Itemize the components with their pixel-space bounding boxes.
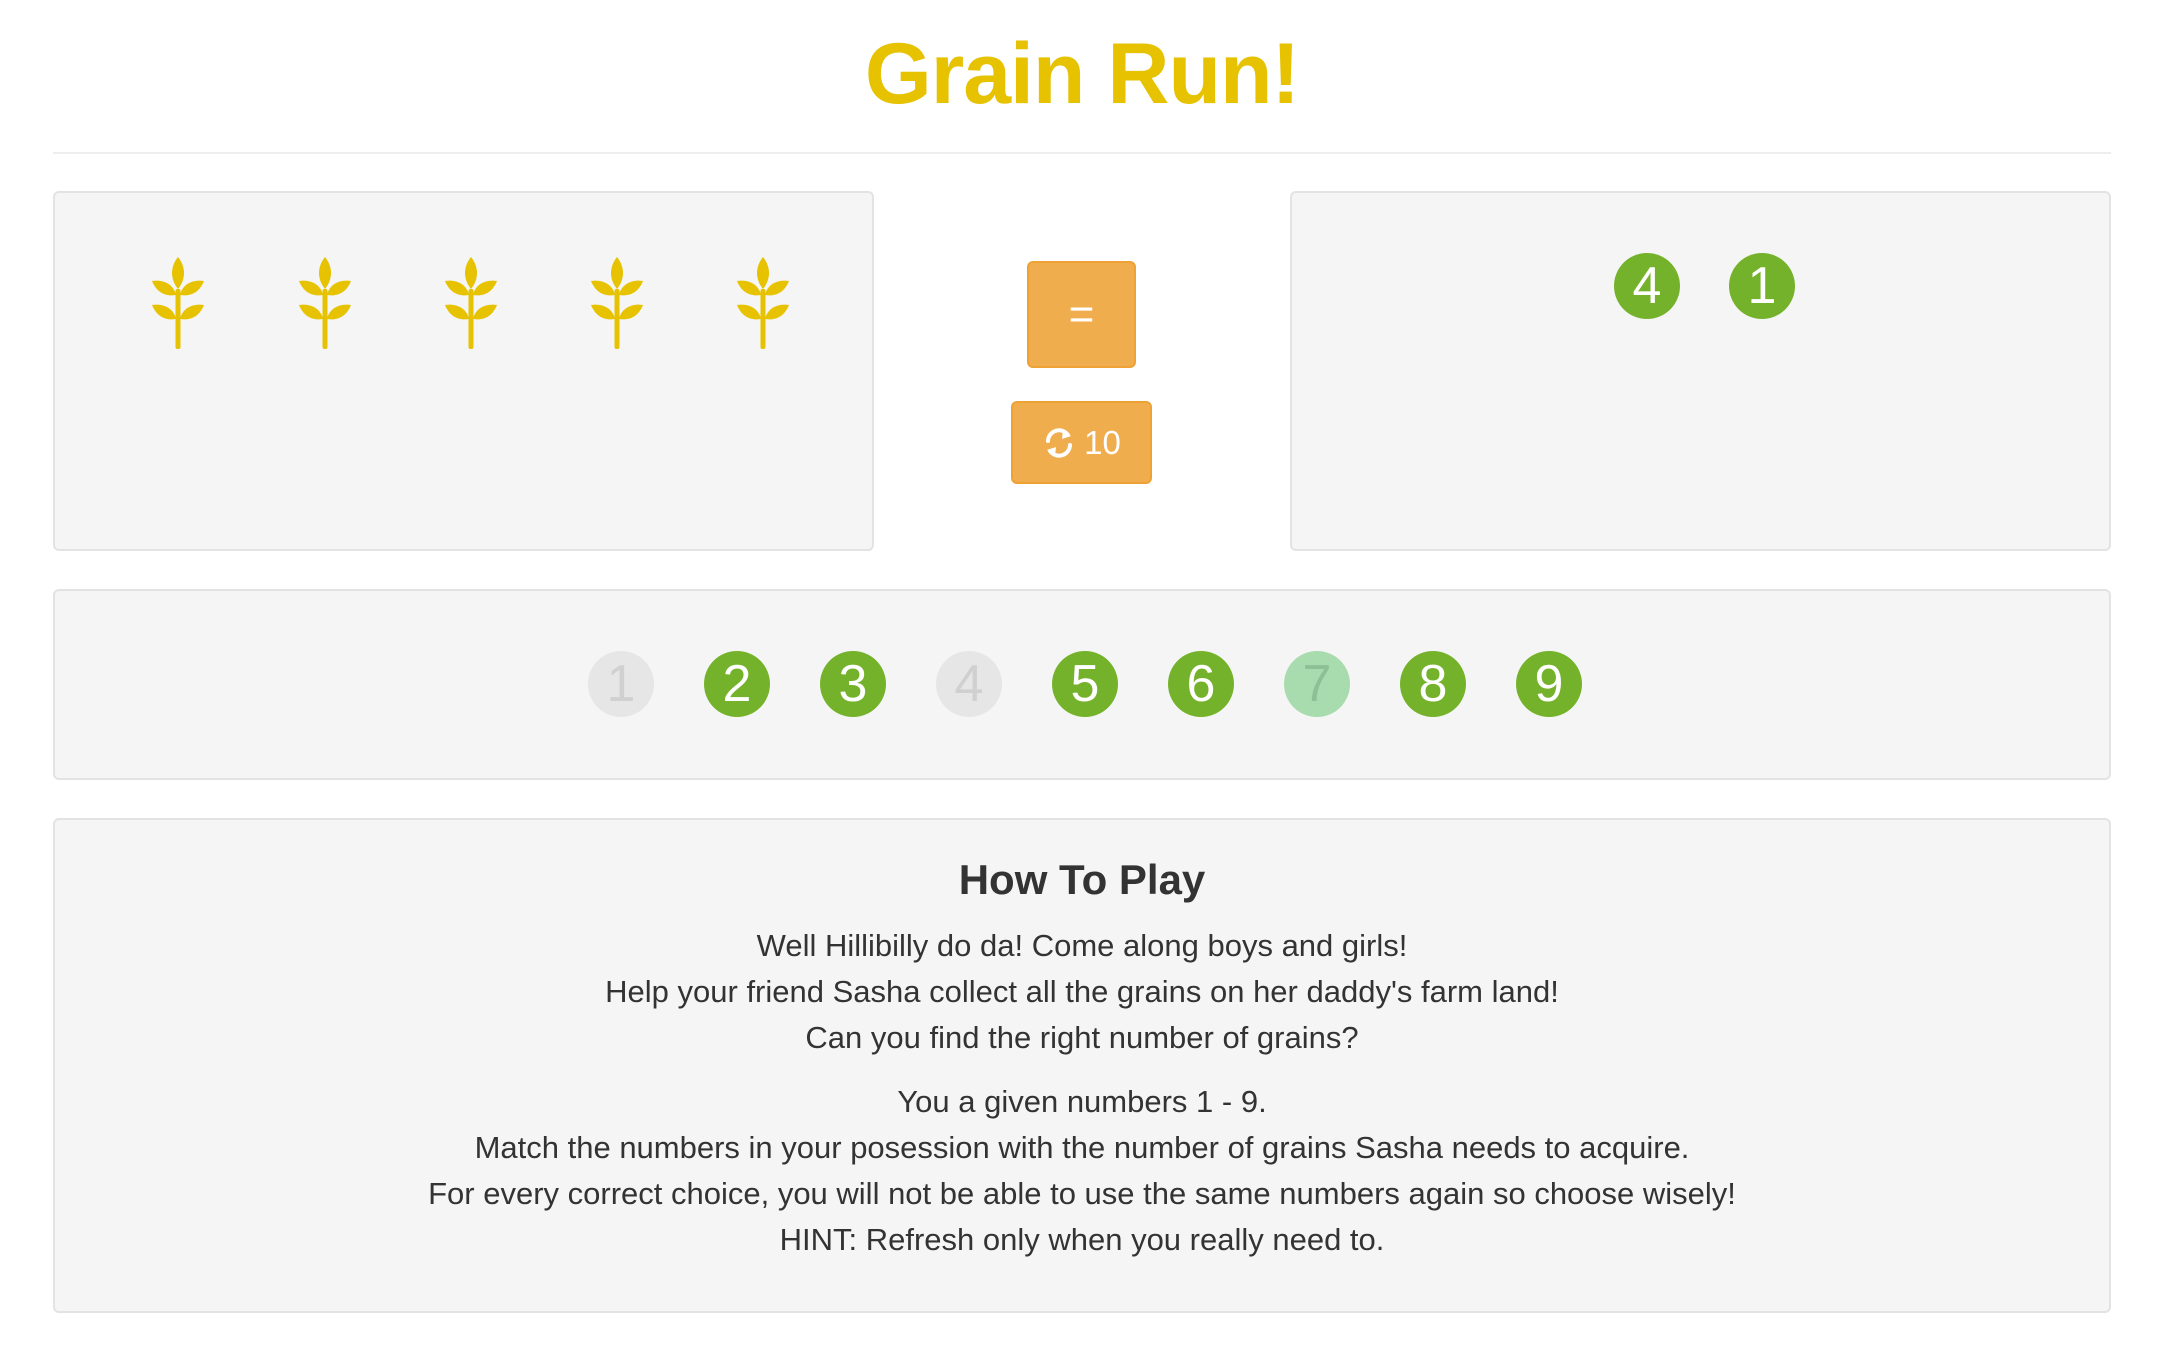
number-8[interactable]: 8: [1400, 651, 1466, 717]
wheat-icon: [737, 257, 789, 349]
refresh-count: 10: [1084, 423, 1121, 461]
number-6[interactable]: 6: [1168, 651, 1234, 717]
number-9[interactable]: 9: [1516, 651, 1582, 717]
how-to-play-panel: How To Play Well Hillibilly do da! Come …: [53, 818, 2111, 1313]
instruction-line: You a given numbers 1 - 9.: [897, 1084, 1267, 1119]
how-to-play-heading: How To Play: [958, 856, 1206, 903]
number-1: 1: [588, 651, 654, 717]
number-5[interactable]: 5: [1052, 651, 1118, 717]
selected-number[interactable]: 1: [1729, 253, 1795, 319]
numbers-panel: 1 2 3 4 5 6 7 8 9: [53, 589, 2111, 780]
refresh-button[interactable]: 10: [1011, 401, 1152, 484]
wheat-icon: [591, 257, 643, 349]
selected-numbers-panel: 4 1: [1290, 191, 2111, 551]
wheat-icon: [299, 257, 351, 349]
number-7: 7: [1284, 651, 1350, 717]
number-3[interactable]: 3: [820, 651, 886, 717]
refresh-icon: [1046, 427, 1073, 458]
check-answer-button[interactable]: =: [1027, 261, 1136, 368]
title-divider: [53, 152, 2111, 154]
number-4: 4: [936, 651, 1002, 717]
wheat-icon: [152, 257, 204, 349]
instruction-line: HINT: Refresh only when you really need …: [779, 1222, 1385, 1257]
instruction-line: Match the numbers in your posession with…: [474, 1130, 1690, 1165]
number-2[interactable]: 2: [704, 651, 770, 717]
wheat-icon: [445, 257, 497, 349]
game-page: Grain Run! = 10 4 1 1 2 3 4 5 6 7 8 9 Ho…: [0, 0, 2164, 1364]
instruction-line: Can you find the right number of grains?: [805, 1020, 1359, 1055]
instruction-line: For every correct choice, you will not b…: [428, 1176, 1736, 1211]
page-title: Grain Run!: [864, 26, 1300, 122]
instruction-line: Well Hillibilly do da! Come along boys a…: [756, 928, 1408, 963]
grains-panel: [53, 191, 874, 551]
instruction-line: Help your friend Sasha collect all the g…: [605, 974, 1559, 1009]
selected-number[interactable]: 4: [1614, 253, 1680, 319]
